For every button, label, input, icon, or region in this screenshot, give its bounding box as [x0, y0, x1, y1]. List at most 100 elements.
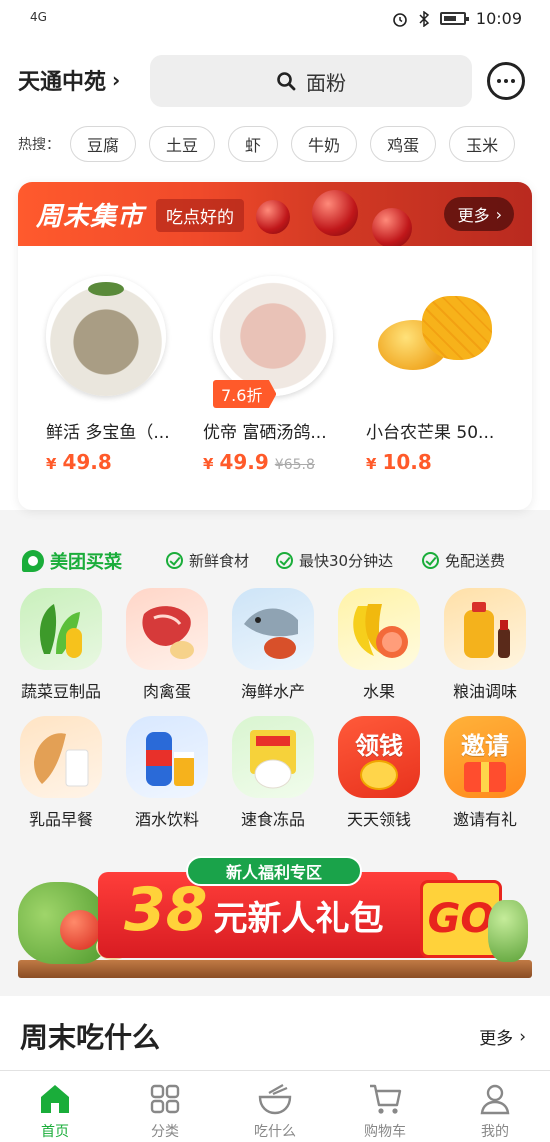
tab-profile[interactable]: 我的 — [440, 1071, 550, 1142]
brand-logo: 美团买菜 — [22, 548, 122, 574]
search-input[interactable]: 面粉 — [150, 55, 472, 107]
bowl-icon — [258, 1084, 292, 1115]
hot-search-chip[interactable]: 玉米 — [449, 126, 516, 162]
location-selector[interactable]: 天通中苑 › — [18, 64, 120, 96]
search-placeholder: 面粉 — [306, 70, 346, 95]
product-image — [372, 276, 492, 396]
hot-search-chip[interactable]: 土豆 — [149, 126, 216, 162]
check-circle-icon — [276, 552, 293, 569]
product-price: ¥10.8 — [366, 450, 432, 474]
frozen-food-icon — [232, 716, 314, 798]
feature-label: 最快30分钟达 — [299, 552, 394, 570]
category-vegetables[interactable]: 蔬菜豆制品 — [2, 588, 108, 708]
status-time: 10:09 — [475, 9, 522, 28]
status-right: 10:09 — [392, 9, 522, 28]
category-label: 速食冻品 — [240, 810, 305, 829]
weekend-market-subtitle: 吃点好的 — [156, 199, 244, 232]
original-price: ¥65.8 — [274, 457, 315, 473]
hot-search-chip[interactable]: 虾 — [228, 126, 279, 162]
bottom-tab-bar: 首页 分类 吃什么 购物车 我的 — [0, 1070, 550, 1142]
category-invite[interactable]: 邀请 邀请有礼 — [426, 716, 532, 836]
hot-search-chip[interactable]: 鸡蛋 — [370, 126, 437, 162]
product-name: 小台农芒果 50... — [366, 423, 495, 443]
drinks-icon — [126, 716, 208, 798]
hot-search-label: 热搜： — [18, 137, 60, 153]
category-drinks[interactable]: 酒水饮料 — [108, 716, 214, 836]
product-card[interactable]: 鲜活 多宝鱼（... ¥49.8 — [18, 246, 189, 510]
banner-amount: 38 — [124, 875, 208, 945]
cherry-decoration — [256, 200, 290, 234]
feature-label: 免配送费 — [445, 552, 506, 570]
tomato-decoration — [60, 910, 100, 950]
weekend-market-title: 周末集市 — [36, 202, 145, 232]
category-daily-money[interactable]: 领钱 天天领钱 — [320, 716, 426, 836]
category-label: 酒水饮料 — [134, 810, 199, 829]
weekend-section-header: 周末吃什么 更多 › — [0, 996, 550, 1070]
hot-search-chip[interactable]: 牛奶 — [291, 126, 358, 162]
category-label: 邀请有礼 — [452, 810, 517, 829]
alarm-icon — [393, 12, 407, 27]
message-icon[interactable] — [487, 62, 525, 100]
status-bar: 4G 10:09 — [0, 0, 550, 40]
dairy-icon — [20, 716, 102, 798]
feature-item: 免配送费 — [422, 550, 505, 571]
product-image — [213, 276, 333, 396]
banner-shelf — [18, 960, 532, 978]
product-name: 鲜活 多宝鱼（... — [46, 423, 170, 443]
check-circle-icon — [422, 552, 439, 569]
tab-what-to-eat[interactable]: 吃什么 — [220, 1071, 330, 1142]
profile-icon — [480, 1084, 510, 1115]
banner-headline: 38 元新人礼包 — [124, 875, 384, 945]
feature-item: 最快30分钟达 — [276, 550, 393, 571]
chevron-right-icon: › — [519, 1026, 526, 1047]
hot-search-chip[interactable]: 豆腐 — [70, 126, 137, 162]
tab-home[interactable]: 首页 — [0, 1071, 110, 1142]
product-card[interactable]: 7.6折 优帝 富硒汤鸽... ¥49.9 ¥65.8 — [189, 246, 360, 510]
tab-label: 购物车 — [364, 1124, 406, 1140]
product-name: 优帝 富硒汤鸽... — [203, 423, 327, 443]
category-icon — [150, 1084, 180, 1114]
category-meat[interactable]: 肉禽蛋 — [108, 588, 214, 708]
check-circle-icon — [166, 552, 183, 569]
search-icon — [277, 72, 296, 91]
category-dairy[interactable]: 乳品早餐 — [2, 716, 108, 836]
category-label: 乳品早餐 — [28, 810, 93, 829]
tab-label: 我的 — [481, 1124, 509, 1140]
chevron-right-icon: › — [112, 68, 121, 92]
category-grain-oil[interactable]: 粮油调味 — [426, 588, 532, 708]
new-user-banner[interactable]: 新人福利专区 38 元新人礼包 GO — [18, 852, 532, 978]
meat-icon — [126, 588, 208, 670]
tab-cart[interactable]: 购物车 — [330, 1071, 440, 1142]
invite-badge-text: 邀请 — [461, 732, 509, 760]
vegetable-decoration — [488, 900, 528, 962]
tab-category[interactable]: 分类 — [110, 1071, 220, 1142]
category-label: 海鲜水产 — [240, 682, 305, 701]
discount-badge: 7.6折 — [213, 380, 277, 408]
brand-strip: 美团买菜 新鲜食材 最快30分钟达 免配送费 — [0, 536, 550, 582]
bluetooth-icon — [419, 10, 430, 27]
product-price: ¥49.8 — [46, 450, 112, 474]
hot-search-row: 热搜： 豆腐 土豆 虾 牛奶 鸡蛋 玉米 — [18, 126, 516, 162]
battery-icon — [439, 12, 469, 25]
gift-box-icon — [464, 762, 506, 792]
section-more-button[interactable]: 更多 › — [479, 1024, 526, 1050]
weekend-market-more-button[interactable]: 更多 › — [443, 197, 514, 231]
cherry-decoration — [372, 208, 412, 246]
money-badge-text: 领钱 — [355, 732, 403, 760]
category-seafood[interactable]: 海鲜水产 — [214, 588, 320, 708]
category-frozen-food[interactable]: 速食冻品 — [214, 716, 320, 836]
weekend-market-header[interactable]: 周末集市 吃点好的 更多 › — [18, 182, 532, 246]
product-image — [46, 276, 166, 396]
fruit-icon — [338, 588, 420, 670]
tab-label: 吃什么 — [254, 1124, 296, 1140]
money-icon: 领钱 — [338, 716, 420, 798]
gift-icon: 邀请 — [444, 716, 526, 798]
location-label: 天通中苑 — [18, 70, 107, 95]
category-fruit[interactable]: 水果 — [320, 588, 426, 708]
product-card[interactable]: 小台农芒果 50... ¥10.8 — [360, 246, 531, 510]
tab-label: 分类 — [151, 1124, 179, 1140]
product-list: 鲜活 多宝鱼（... ¥49.8 7.6折 优帝 富硒汤鸽... ¥49.9 ¥6… — [18, 246, 532, 510]
banner-text: 元新人礼包 — [213, 899, 384, 939]
product-price: ¥49.9 ¥65.8 — [203, 450, 315, 474]
brand-name: 美团买菜 — [50, 552, 122, 573]
